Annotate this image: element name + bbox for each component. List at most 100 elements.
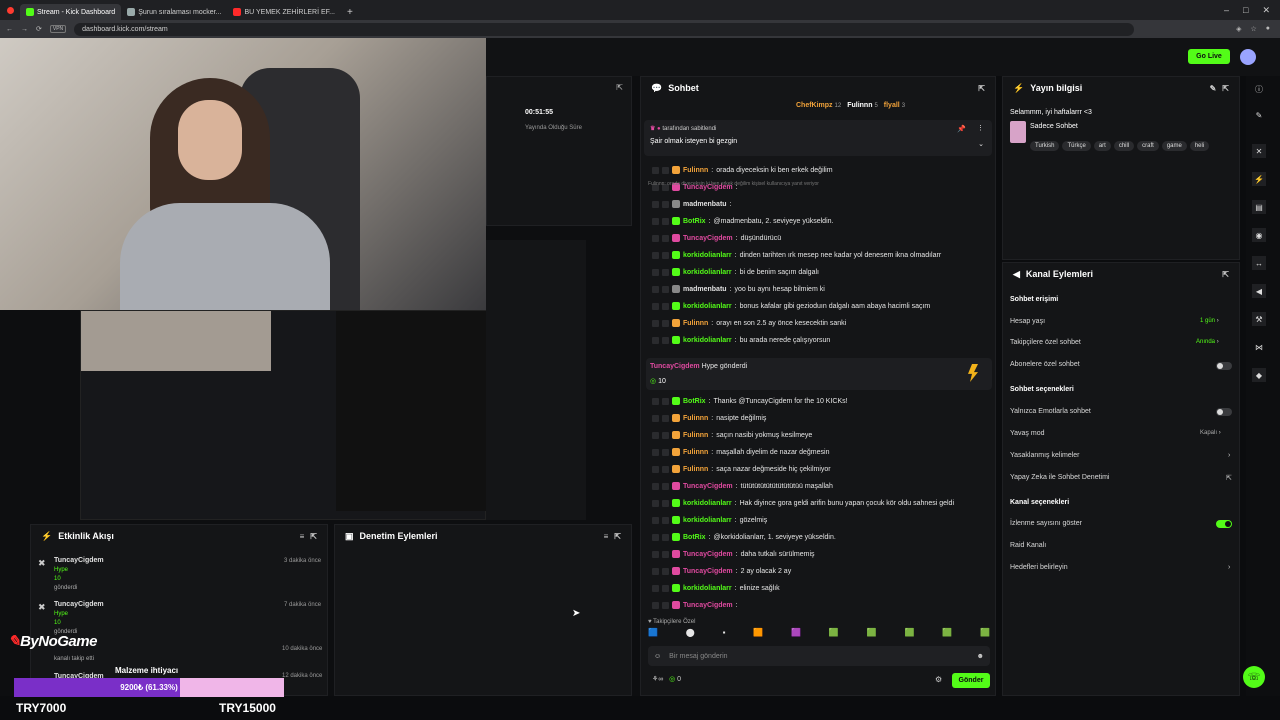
mod-pin-icon[interactable] [652,465,659,473]
external-link-icon[interactable]: ⇱ [1226,474,1232,482]
mod-ban-icon[interactable] [662,465,669,473]
chat-message[interactable]: Fulinnn: orada diyeceksin ki ben erkek de… [652,166,833,174]
mod-ban-icon[interactable] [662,268,669,276]
mod-ban-icon[interactable] [662,431,669,439]
pencil-icon[interactable]: ✎ [1252,108,1266,122]
chat-username[interactable]: korkidolianlarr [683,337,732,344]
emote-icon[interactable]: 🟧 [753,628,763,642]
chat-username[interactable]: TuncayCigdem [683,551,733,558]
popout-icon[interactable]: ⇱ [1222,84,1229,93]
chat-message[interactable]: BotRix: @madmenbatu, 2. seviyeye yükseldi… [652,217,833,225]
chat-message[interactable]: korkidolianlarr: dinden tarihten ırk mese… [652,251,941,259]
chevron-down-icon[interactable]: ⌄ [978,140,984,148]
vpn-badge[interactable]: VPN [49,25,67,33]
mod-pin-icon[interactable] [652,414,659,422]
chat-username[interactable]: korkidolianlarr [683,303,732,310]
mod-ban-icon[interactable] [662,217,669,225]
host-label[interactable]: Hedefleri belirleyin [1010,564,1068,571]
mod-ban-icon[interactable] [662,166,669,174]
mod-ban-icon[interactable] [662,234,669,242]
mod-pin-icon[interactable] [652,217,659,225]
mod-ban-icon[interactable] [662,550,669,558]
chat-icon[interactable]: ◉ [1252,228,1266,242]
emote-icon[interactable]: 🟩 [904,628,914,642]
tab-youtube[interactable]: BU YEMEK ZEHİRLERİ EF... [227,4,341,20]
chat-message[interactable]: korkidolianlarr: bi de benim saçım dalgal… [652,268,819,276]
banned-words-label[interactable]: Yasaklanmış kelimeler [1010,452,1080,459]
chat-message[interactable]: Fulinnn: maşallah diyelim de nazar değmes… [652,448,829,456]
mod-ban-icon[interactable] [662,319,669,327]
emote-icon[interactable]: 🟩 [980,628,990,642]
chat-message[interactable]: Fulinnn: saça nazar değmeside hiç çekilmi… [652,465,831,473]
chat-message[interactable]: korkidolianlarr: Hak diyince gora geldi a… [652,499,954,507]
ai-moderation-label[interactable]: Yapay Zeka ile Sohbet Denetimi [1010,474,1109,481]
mod-pin-icon[interactable] [652,482,659,490]
chat-message[interactable]: TuncayCigdem: tütütütütütütütütütüü maşal… [652,482,833,490]
emote-icon[interactable]: 🟩 [942,628,952,642]
mod-ban-icon[interactable] [662,397,669,405]
mod-pin-icon[interactable] [652,601,659,609]
maximize-icon[interactable]: □ [1243,5,1248,16]
minimize-icon[interactable]: – [1224,5,1229,16]
mod-pin-icon[interactable] [652,268,659,276]
slow-mode-select[interactable]: Kapalı › [1200,430,1221,436]
chat-username[interactable]: Fulinnn [683,466,708,473]
back-icon[interactable]: ← [6,26,13,33]
close-icon[interactable]: ✕ [1262,5,1270,16]
mod-pin-icon[interactable] [652,200,659,208]
chat-message[interactable]: korkidolianlarr: elinize sağlık [652,584,780,592]
mod-ban-icon[interactable] [662,516,669,524]
extension-icon[interactable]: ◈ [1236,25,1241,33]
chat-username[interactable]: Fulinnn [683,432,708,439]
mod-ban-icon[interactable] [662,448,669,456]
follower-chat-select[interactable]: Anında › [1196,339,1219,345]
chat-username[interactable]: madmenbatu [683,201,727,208]
chat-message[interactable]: korkidolianlarr: gözelmiş [652,516,767,524]
chat-message[interactable]: madmenbatu: [652,200,735,208]
mod-pin-icon[interactable] [652,319,659,327]
mod-ban-icon[interactable] [662,499,669,507]
chat-username[interactable]: Fulinnn [683,449,708,456]
support-icon[interactable]: ☏ [1243,666,1265,688]
show-viewers-toggle[interactable] [1216,520,1232,528]
pin-icon[interactable]: 📌 [957,125,966,133]
emote-picker-icon[interactable]: ☻ [977,653,984,660]
url-input[interactable]: dashboard.kick.com/stream [74,22,1135,36]
emoji-icon[interactable]: ☺ [654,653,661,660]
mod-pin-icon[interactable] [652,533,659,541]
mod-pin-icon[interactable] [652,251,659,259]
tools-icon[interactable]: ✕ [1252,144,1266,158]
mod-ban-icon[interactable] [662,584,669,592]
mod-pin-icon[interactable] [652,234,659,242]
emote-icon[interactable]: 🟪 [791,628,801,642]
chat-username[interactable]: korkidolianlarr [683,585,732,592]
mod-pin-icon[interactable] [652,397,659,405]
mod-ban-icon[interactable] [662,200,669,208]
chat-username[interactable]: korkidolianlarr [683,500,732,507]
mod-pin-icon[interactable] [652,336,659,344]
mod-pin-icon[interactable] [652,516,659,524]
puzzle-icon[interactable]: ◆ [1252,368,1266,382]
chat-username[interactable]: BotRix [683,534,706,541]
chat-message[interactable]: TuncayCigdem: düşündürücü [652,234,781,242]
mod-ban-icon[interactable] [662,251,669,259]
chat-username[interactable]: BotRix [683,218,706,225]
tab-ranking[interactable]: Şurun sıralaması mocker... [121,4,227,20]
raid-label[interactable]: Raid Kanalı [1010,542,1046,549]
chat-message[interactable]: madmenbatu: yoo bu aynı hesap bilmiem ki [652,285,825,293]
chat-username[interactable]: BotRix [683,398,706,405]
edit-icon[interactable]: ✎ [1210,84,1217,93]
wrench-icon[interactable]: ⚒ [1252,312,1266,326]
more-icon[interactable]: ⋮ [977,124,984,132]
settings-icon[interactable]: ⚙ [935,675,942,684]
chat-username[interactable]: TuncayCigdem [683,602,733,609]
pinned-message[interactable]: ♛ ● tarafından sabitlendi Şair olmak ist… [644,120,992,156]
chat-username[interactable]: korkidolianlarr [683,269,732,276]
lightning-icon[interactable]: ⚡ [1252,172,1266,186]
mod-pin-icon[interactable] [652,499,659,507]
mod-pin-icon[interactable] [652,584,659,592]
emote-icon[interactable]: 🟦 [648,628,658,642]
mod-pin-icon[interactable] [652,431,659,439]
chat-username[interactable]: TuncayCigdem [683,568,733,575]
chat-message[interactable]: Fulinnn: orayı en son 2.5 ay önce kesecek… [652,319,846,327]
